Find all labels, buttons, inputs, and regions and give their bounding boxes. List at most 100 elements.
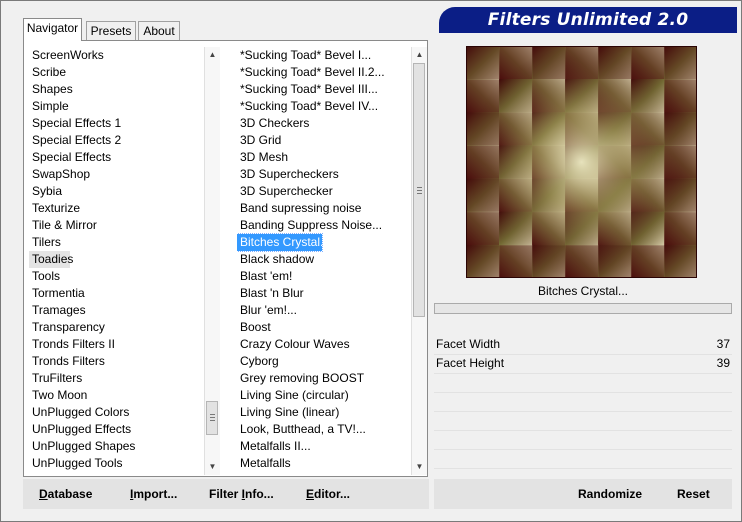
category-item[interactable]: Scribe [29,64,201,81]
scroll-thumb[interactable] [413,63,425,317]
filter-item[interactable]: 3D Grid [237,132,409,149]
category-item[interactable]: TruFilters [29,370,201,387]
filter-item[interactable]: Metalfalls [237,455,409,472]
grip-line [210,417,215,418]
filter-item[interactable]: Living Sine (linear) [237,404,409,421]
param-row-facet-height[interactable]: Facet Height 39 [434,355,732,374]
scroll-up-arrow-icon[interactable]: ▲ [412,47,427,63]
parameter-list: Facet Width 37 Facet Height 39 [434,336,732,488]
filter-item[interactable]: Look, Butthead, a TV!... [237,421,409,438]
category-item[interactable]: Special Effects 2 [29,132,201,149]
grip-line [417,193,422,194]
category-item[interactable]: Tramages [29,302,201,319]
param-label: Facet Height [436,356,505,370]
param-value[interactable]: 39 [717,355,730,372]
category-item[interactable]: Sybia [29,183,201,200]
preview-filter-name: Bitches Crystal... [537,284,629,298]
filter-item[interactable]: Blast 'em! [237,268,409,285]
filter-info-button[interactable]: Filter Info... [209,487,274,501]
empty-param-row [434,450,732,469]
param-value[interactable]: 37 [717,336,730,353]
progress-bar [434,303,732,314]
tab-about[interactable]: About [138,21,180,40]
category-item[interactable]: Texturize [29,200,201,217]
category-item[interactable]: Tronds Filters [29,353,201,370]
tab-presets[interactable]: Presets [86,21,136,40]
empty-param-row [434,431,732,450]
category-item[interactable]: Special Effects [29,149,201,166]
filter-item[interactable]: 3D Superchecker [237,183,409,200]
filter-item[interactable]: Banding Suppress Noise... [237,217,409,234]
filter-item[interactable]: Blur 'em!... [237,302,409,319]
category-item[interactable]: UnPlugged Effects [29,421,201,438]
mnemonic: D [39,487,48,501]
filter-item[interactable]: Cyborg [237,353,409,370]
filter-item[interactable]: Boost [237,319,409,336]
filter-item[interactable]: Band supressing noise [237,200,409,217]
category-item[interactable]: Tilers [29,234,201,251]
filter-item[interactable]: Metalfalls II... [237,438,409,455]
button-label: Filter [209,487,242,501]
scroll-down-arrow-icon[interactable]: ▼ [412,459,427,475]
database-button[interactable]: Database [39,487,92,501]
category-item[interactable]: Simple [29,98,201,115]
category-item[interactable]: Tile & Mirror [29,217,201,234]
filter-item[interactable]: *Sucking Toad* Bevel II.2... [237,64,409,81]
category-item[interactable]: Transparency [29,319,201,336]
empty-param-row [434,412,732,431]
filter-scrollbar[interactable]: ▲ ▼ [411,47,427,475]
randomize-button[interactable]: Randomize [578,487,642,501]
filter-item[interactable]: Black shadow [237,251,409,268]
filter-item[interactable]: Crazy Colour Waves [237,336,409,353]
grip-line [210,420,215,421]
category-scrollbar[interactable]: ▲ ▼ [204,47,220,475]
category-item[interactable]: Two Moon [29,387,201,404]
category-item[interactable]: Shapes [29,81,201,98]
scroll-down-arrow-icon[interactable]: ▼ [205,459,220,475]
button-label: nfo... [245,487,274,501]
param-label: Facet Width [436,337,501,351]
category-item[interactable]: Tormentia [29,285,201,302]
editor-button[interactable]: Editor... [306,487,350,501]
filter-item[interactable]: *Sucking Toad* Bevel III... [237,81,409,98]
category-item[interactable]: UnPlugged Tools [29,455,201,472]
scroll-up-arrow-icon[interactable]: ▲ [205,47,220,63]
category-item[interactable]: UnPlugged Shapes [29,438,201,455]
filter-item[interactable]: *Sucking Toad* Bevel I... [237,47,409,64]
preview-glow [466,46,697,278]
filters-unlimited-window: Filters Unlimited 2.0 Navigator Presets … [0,0,742,522]
category-item[interactable]: Toadies [29,251,73,268]
category-item[interactable]: Tronds Filters II [29,336,201,353]
category-item[interactable]: Tools [29,268,201,285]
empty-param-row [434,393,732,412]
filter-item[interactable]: *Sucking Toad* Bevel IV... [237,98,409,115]
tab-navigator[interactable]: Navigator [23,18,82,41]
button-label: mport... [133,487,178,501]
grip-line [210,414,215,415]
import-button[interactable]: Import... [130,487,177,501]
banner-title: Filters Unlimited 2.0 [487,10,689,30]
filter-item[interactable]: Grey removing BOOST [237,370,409,387]
grip-line [417,187,422,188]
category-item[interactable]: Special Effects 1 [29,115,201,132]
button-label: ditor... [314,487,351,501]
empty-param-row [434,374,732,393]
filter-item[interactable]: Blast 'n Blur [237,285,409,302]
filter-item[interactable]: 3D Mesh [237,149,409,166]
reset-button[interactable]: Reset [677,487,710,501]
param-row-facet-width[interactable]: Facet Width 37 [434,336,732,355]
category-item[interactable]: UnPlugged Colors [29,404,201,421]
category-list[interactable]: ScreenWorks Scribe Shapes Simple Special Eff… [29,47,201,472]
filter-list[interactable]: *Sucking Toad* Bevel I... *Sucking Toad* … [237,47,409,472]
filter-item[interactable]: Living Sine (circular) [237,387,409,404]
filter-preview-image [466,46,697,278]
category-item[interactable]: ScreenWorks [29,47,201,64]
filter-item[interactable]: 3D Supercheckers [237,166,409,183]
category-item[interactable]: SwapShop [29,166,201,183]
filter-item[interactable]: Bitches Crystal... [237,233,330,252]
grip-line [417,190,422,191]
filter-item[interactable]: 3D Checkers [237,115,409,132]
scroll-thumb[interactable] [206,401,218,435]
button-label: atabase [47,487,93,501]
mnemonic: E [306,487,315,501]
